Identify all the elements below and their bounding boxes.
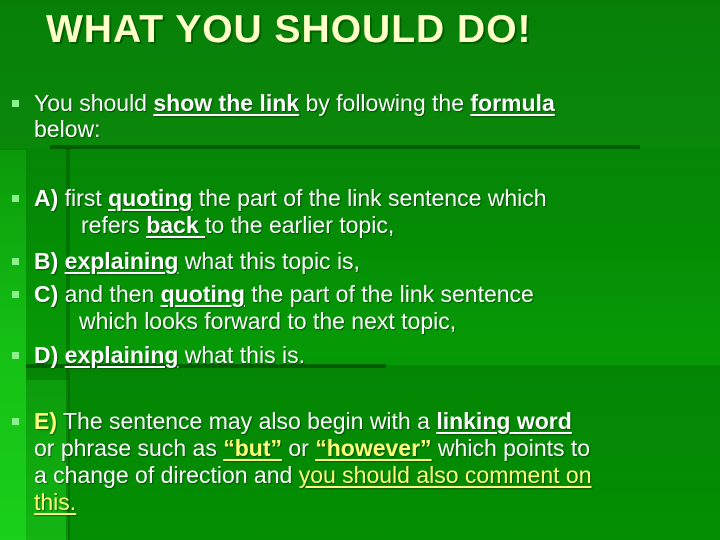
emphasis-formula: formula bbox=[470, 90, 555, 116]
step-c-line-2: which looks forward to the next topic, bbox=[79, 308, 457, 334]
slide-title: WHAT YOU SHOULD DO! bbox=[46, 8, 532, 51]
emphasis-explaining: explaining bbox=[64, 342, 179, 368]
intro-line-2: below: bbox=[34, 116, 101, 142]
intro-line-1: You should show the link by following th… bbox=[34, 90, 555, 116]
step-c-line-1: C) and then quoting the part of the link… bbox=[34, 281, 534, 307]
step-b-item: B) explaining what this topic is, bbox=[0, 248, 720, 276]
emphasis-linking-word: linking word bbox=[436, 408, 572, 434]
step-c-item: C) and then quoting the part of the link… bbox=[0, 281, 720, 337]
step-a-line-2: refers back to the earlier topic, bbox=[81, 212, 395, 238]
note-e-line-1: E) The sentence may also begin with a li… bbox=[34, 408, 572, 434]
emphasis-however: “however” bbox=[315, 435, 432, 461]
emphasis-show-the-link: show the link bbox=[153, 90, 300, 116]
step-label: E) bbox=[34, 408, 57, 434]
note-e-line-4: this. bbox=[34, 489, 77, 515]
step-b-line-1: B) explaining what this topic is, bbox=[34, 248, 360, 274]
emphasis-back: back bbox=[146, 212, 206, 238]
note-e-item: E) The sentence may also begin with a li… bbox=[0, 408, 720, 520]
note-e-line-3: a change of direction and you should als… bbox=[34, 462, 592, 488]
step-label: C) bbox=[34, 281, 59, 307]
square-bullet-icon bbox=[12, 100, 19, 107]
slide: WHAT YOU SHOULD DO! You should show the … bbox=[0, 0, 720, 540]
square-bullet-icon bbox=[12, 291, 19, 298]
emphasis-quoting: quoting bbox=[108, 185, 193, 211]
emphasis-explaining: explaining bbox=[64, 248, 179, 274]
emphasis-but: “but” bbox=[223, 435, 282, 461]
highlight-comment: you should also comment on bbox=[298, 462, 592, 488]
square-bullet-icon bbox=[12, 195, 19, 202]
step-d-item: D) explaining what this is. bbox=[0, 342, 720, 370]
note-e-line-2: or phrase such as “but” or “however” whi… bbox=[34, 435, 591, 461]
square-bullet-icon bbox=[12, 352, 19, 359]
step-d-line-1: D) explaining what this is. bbox=[34, 342, 305, 368]
step-a-item: A) first quoting the part of the link se… bbox=[0, 185, 720, 241]
step-label: A) bbox=[34, 185, 59, 211]
square-bullet-icon bbox=[12, 418, 19, 425]
step-a-line-1: A) first quoting the part of the link se… bbox=[34, 185, 547, 211]
emphasis-quoting: quoting bbox=[160, 281, 245, 307]
intro-bullet-item: You should show the link by following th… bbox=[0, 90, 720, 150]
step-label: B) bbox=[34, 248, 59, 274]
step-label: D) bbox=[34, 342, 59, 368]
square-bullet-icon bbox=[12, 258, 19, 265]
